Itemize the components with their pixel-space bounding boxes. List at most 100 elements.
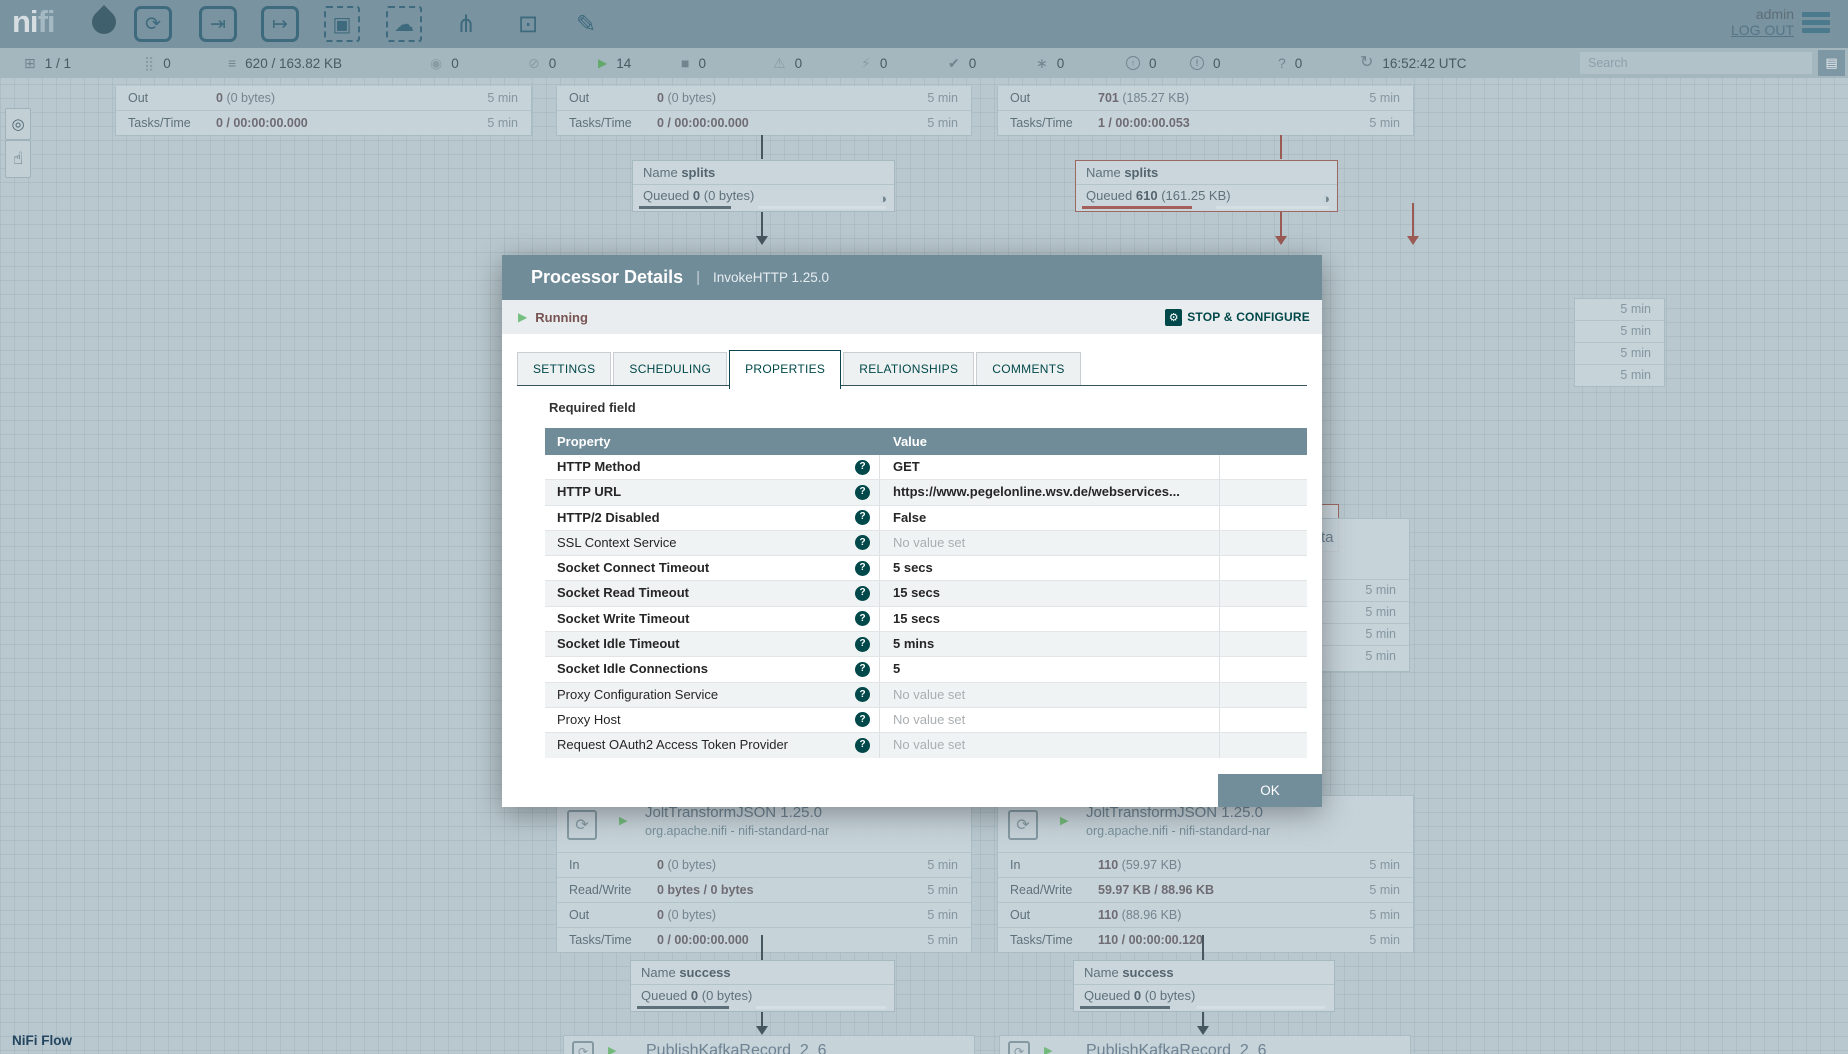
nifi-logo: nifi: [12, 4, 55, 40]
table-row: Socket Write Timeout?15 secs: [545, 607, 1307, 632]
connection-line[interactable]: [1412, 203, 1414, 236]
connection-line[interactable]: [761, 135, 763, 159]
sync-failure-icon: !: [1190, 56, 1204, 70]
connection-arrow: [1407, 236, 1419, 245]
connection-line[interactable]: [761, 1010, 763, 1026]
processor-jolt-transform[interactable]: ⟳ ▶ JoltTransformJSON 1.25.0 org.apache.…: [997, 795, 1414, 953]
run-status-icon: ▶: [608, 1044, 616, 1054]
connection-line[interactable]: [761, 211, 763, 236]
stop-and-configure-button[interactable]: ⚙ STOP & CONFIGURE: [1165, 309, 1310, 326]
help-icon[interactable]: ?: [855, 460, 870, 475]
tab-properties[interactable]: PROPERTIES: [729, 350, 841, 389]
processor-jolt-transform[interactable]: ⟳ ▶ JoltTransformJSON 1.25.0 org.apache.…: [556, 795, 972, 953]
processor-stats-fragment[interactable]: Out701 (185.27 KB)5 min Tasks/Time1 / 00…: [997, 86, 1414, 136]
new-template-button[interactable]: ▤: [1818, 50, 1845, 76]
connection-line[interactable]: [1202, 935, 1204, 960]
connection-line[interactable]: [1280, 135, 1282, 159]
running-icon: ▶: [518, 310, 527, 324]
processor-publish-kafka[interactable]: ⟳ ▶ PublishKafkaRecord_2_6: [563, 1035, 975, 1054]
output-port-icon[interactable]: ↦: [261, 6, 299, 42]
queue-fill-bar: [1082, 206, 1192, 209]
processor-stats-fragment[interactable]: Out0 (0 bytes)5 min Tasks/Time0 / 00:00:…: [556, 86, 972, 136]
dialog-header: Processor Details | InvokeHTTP 1.25.0: [502, 255, 1322, 300]
stat-row: Out0 (0 bytes)5 min: [116, 86, 531, 111]
threads-icon: ⣿: [144, 56, 154, 70]
ok-button[interactable]: OK: [1218, 774, 1322, 807]
help-icon[interactable]: ?: [855, 586, 870, 601]
dialog-status-bar: ▶ Running ⚙ STOP & CONFIGURE: [502, 300, 1322, 334]
processor-publish-kafka[interactable]: ⟳ ▶ PublishKafkaRecord_2_6: [999, 1035, 1411, 1054]
connection-line[interactable]: [1280, 211, 1282, 236]
queue-fill-bar: [1197, 1006, 1325, 1009]
stat-row: Read/Write0 bytes / 0 bytes5 min: [557, 878, 971, 903]
not-transmitting-status: ⊘0: [528, 48, 556, 78]
stopped-status: ■0: [681, 48, 706, 78]
help-icon[interactable]: ?: [855, 561, 870, 576]
help-icon[interactable]: ?: [855, 637, 870, 652]
breadcrumb[interactable]: NiFi Flow: [12, 1033, 72, 1048]
tab-scheduling[interactable]: SCHEDULING: [613, 352, 727, 385]
help-icon[interactable]: ?: [855, 662, 870, 677]
dialog-subtitle: InvokeHTTP 1.25.0: [713, 270, 829, 285]
processor-stats-fragment[interactable]: Out0 (0 bytes)5 min Tasks/Time0 / 00:00:…: [115, 86, 532, 136]
nifi-app: nifi ⟳ ⇥ ↦ ▣ ☁ ⋔ ⊡ ✎ admin LOG OUT ⊞1 / …: [0, 0, 1848, 1054]
stopped-icon: ■: [681, 56, 689, 70]
tab-comments[interactable]: COMMENTS: [976, 352, 1080, 385]
remote-process-group-icon[interactable]: ☁: [386, 6, 422, 42]
running-status: ▶14: [598, 48, 631, 78]
stat-row: Tasks/Time0 / 00:00:00.0005 min: [557, 928, 971, 952]
running-icon: ▶: [598, 57, 607, 69]
table-row: HTTP/2 Disabled?False: [545, 506, 1307, 531]
processor-icon[interactable]: ⟳: [134, 6, 172, 42]
cluster-status: ⊞1 / 1: [24, 48, 71, 78]
help-icon[interactable]: ?: [855, 535, 870, 550]
stat-row: Out0 (0 bytes)5 min: [557, 903, 971, 928]
run-status-icon: ▶: [1060, 814, 1068, 827]
help-icon[interactable]: ?: [855, 687, 870, 702]
stale-status: ↑0: [1126, 48, 1157, 78]
refresh-icon[interactable]: ↻: [1360, 55, 1373, 71]
menu-icon[interactable]: [1802, 12, 1830, 36]
template-icon[interactable]: ⊡: [510, 6, 546, 42]
help-icon[interactable]: ?: [855, 611, 870, 626]
run-status-text: Running: [535, 310, 588, 325]
funnel-icon[interactable]: ⋔: [448, 6, 484, 42]
operate-icon: ☝: [13, 149, 23, 169]
help-icon[interactable]: ?: [855, 738, 870, 753]
connection-label-splits[interactable]: Name splits Queued 0 (0 bytes) ◑: [632, 160, 895, 212]
help-icon[interactable]: ?: [855, 510, 870, 525]
connection-arrow: [756, 236, 768, 245]
help-icon[interactable]: ?: [855, 712, 870, 727]
tab-relationships[interactable]: RELATIONSHIPS: [843, 352, 974, 385]
processor-type-icon: ⟳: [1008, 1041, 1030, 1054]
tab-settings[interactable]: SETTINGS: [517, 352, 611, 385]
refresh-time: 16:52:42 UTC: [1382, 56, 1466, 71]
connection-label-splits[interactable]: Name splits Queued 610 (161.25 KB) ◑: [1075, 160, 1338, 212]
table-row: Socket Read Timeout?15 secs: [545, 581, 1307, 606]
nifi-logo-drop-icon: [87, 5, 121, 39]
processor-fragment[interactable]: 5 min 5 min 5 min 5 min: [1574, 298, 1665, 387]
logout-link[interactable]: LOG OUT: [1731, 22, 1794, 38]
connection-label-success[interactable]: Name success Queued 0 (0 bytes): [1073, 960, 1335, 1012]
dialog-tabs: SETTINGS SCHEDULING PROPERTIES RELATIONS…: [517, 352, 1307, 386]
table-row: Socket Connect Timeout?5 secs: [545, 556, 1307, 581]
locally-modified-icon: ∗: [1036, 56, 1048, 70]
connection-arrow: [756, 1026, 768, 1035]
input-port-icon[interactable]: ⇥: [199, 6, 237, 42]
help-icon[interactable]: ?: [855, 485, 870, 500]
operate-palette-button[interactable]: ☝: [5, 140, 31, 178]
locally-modified-status: ∗0: [1036, 48, 1064, 78]
question-icon: ?: [1278, 56, 1286, 70]
navigate-palette-button[interactable]: ◎: [5, 108, 31, 140]
process-group-icon[interactable]: ▣: [324, 6, 360, 42]
table-row: Socket Idle Connections?5: [545, 657, 1307, 682]
refresh-status[interactable]: ↻ 16:52:42 UTC: [1360, 48, 1466, 78]
processor-type-icon: ⟳: [572, 1041, 594, 1054]
connection-line[interactable]: [761, 935, 763, 960]
connection-label-success[interactable]: Name success Queued 0 (0 bytes): [630, 960, 895, 1012]
queue-fill-bar: [756, 1006, 886, 1009]
label-icon[interactable]: ✎: [568, 6, 604, 42]
search-input[interactable]: [1580, 52, 1812, 74]
table-row: HTTP Method?GET: [545, 455, 1307, 480]
connection-line[interactable]: [1202, 1010, 1204, 1026]
